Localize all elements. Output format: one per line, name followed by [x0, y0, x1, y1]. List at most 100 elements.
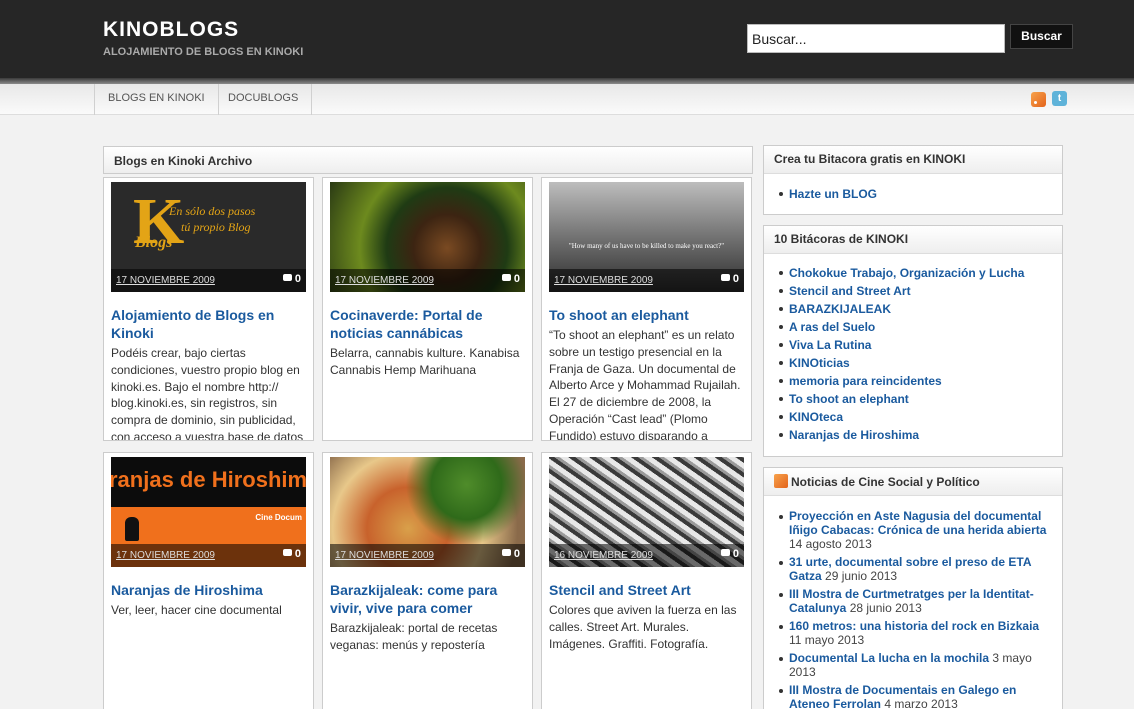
post-card: K En sólo dos pasos tú propio Blog Blogs… — [103, 177, 314, 441]
post-card: 17 NOVIEMBRE 2009 0 Cocinaverde: Portal … — [322, 177, 533, 441]
news-link[interactable]: 160 metros: una historia del rock en Biz… — [789, 619, 1039, 633]
blog-link[interactable]: Viva La Rutina — [789, 338, 871, 352]
post-thumbnail[interactable]: ranjas de Hiroshim Cine Docum 17 NOVIEMB… — [111, 457, 306, 567]
thumbnail-meta-bar: 16 NOVIEMBRE 2009 0 — [549, 544, 744, 567]
thumbnail-subtitle-text: Cine Docum — [255, 513, 302, 522]
post-card: 17 NOVIEMBRE 2009 0 Barazkijaleak: come … — [322, 452, 533, 709]
post-thumbnail[interactable]: "How many of us have to be killed to mak… — [549, 182, 744, 292]
comment-bubble-icon — [501, 549, 511, 556]
blog-link[interactable]: memoria para reincidentes — [789, 374, 942, 388]
rss-feed-icon[interactable] — [774, 474, 788, 488]
post-card: "How many of us have to be killed to mak… — [541, 177, 752, 441]
blog-link[interactable]: KINOteca — [789, 410, 843, 424]
sidebar-list-item: Chokokue Trabajo, Organización y Lucha — [778, 264, 1024, 282]
sidebar-list-item: Hazte un BLOG — [778, 185, 877, 203]
news-date: 28 junio 2013 — [849, 601, 922, 615]
comment-count[interactable]: 0 — [282, 273, 301, 285]
thumbnail-meta-bar: 17 NOVIEMBRE 2009 0 — [330, 269, 525, 292]
sidebar-heading: Crea tu Bitacora gratis en KINOKI — [764, 146, 1062, 174]
nav-item-docublogs[interactable]: DOCUBLOGS — [215, 84, 313, 115]
news-item: Documental La lucha en la mochila 3 mayo… — [778, 651, 1058, 679]
comment-count[interactable]: 0 — [282, 548, 301, 560]
post-card: ranjas de Hiroshim Cine Docum 17 NOVIEMB… — [103, 452, 314, 709]
post-date[interactable]: 17 NOVIEMBRE 2009 — [554, 275, 653, 286]
sidebar-list-item: KINOticias — [778, 354, 1024, 372]
post-excerpt: Ver, leer, hacer cine documental — [111, 603, 282, 617]
blog-link[interactable]: To shoot an elephant — [789, 392, 909, 406]
post-date[interactable]: 17 NOVIEMBRE 2009 — [116, 275, 215, 286]
sidebar-list-item: KINOteca — [778, 408, 1024, 426]
thumbnail-meta-bar: 17 NOVIEMBRE 2009 0 — [330, 544, 525, 567]
sidebar-top-blogs: 10 Bitácoras de KINOKI Chokokue Trabajo,… — [763, 225, 1063, 457]
post-thumbnail[interactable]: K En sólo dos pasos tú propio Blog Blogs… — [111, 182, 306, 292]
sidebar-list-item: Naranjas de Hiroshima — [778, 426, 1024, 444]
post-date[interactable]: 17 NOVIEMBRE 2009 — [335, 550, 434, 561]
news-item: Proyección en Aste Nagusia del documenta… — [778, 509, 1058, 551]
thumbnail-meta-bar: 17 NOVIEMBRE 2009 0 — [549, 269, 744, 292]
post-excerpt: Belarra, cannabis kulture. Kanabisa Cann… — [330, 346, 520, 377]
thumbnail-caption: Blogs — [135, 234, 173, 251]
post-title[interactable]: Cocinaverde: Portal de noticias cannábic… — [330, 306, 527, 342]
blog-link[interactable]: Naranjas de Hiroshima — [789, 428, 919, 442]
news-date: 14 agosto 2013 — [789, 537, 872, 551]
post-title[interactable]: Naranjas de Hiroshima — [111, 581, 308, 599]
post-title[interactable]: Stencil and Street Art — [549, 581, 746, 599]
news-link[interactable]: Documental La lucha en la mochila — [789, 651, 989, 665]
comment-bubble-icon — [720, 549, 730, 556]
sidebar-list-item: BARAZKIJALEAK — [778, 300, 1024, 318]
news-item: 160 metros: una historia del rock en Biz… — [778, 619, 1058, 647]
thumbnail-quote: "How many of us have to be killed to mak… — [568, 242, 725, 250]
comment-bubble-icon — [282, 549, 292, 556]
blog-link[interactable]: KINOticias — [789, 356, 850, 370]
blog-link[interactable]: A ras del Suelo — [789, 320, 875, 334]
search-button[interactable]: Buscar — [1010, 24, 1073, 49]
search-input[interactable] — [747, 24, 1005, 53]
post-thumbnail[interactable]: 16 NOVIEMBRE 2009 0 — [549, 457, 744, 567]
archive-heading-bar: Blogs en Kinoki Archivo — [103, 146, 753, 174]
thumbnail-figure — [125, 517, 139, 541]
thumbnail-meta-bar: 17 NOVIEMBRE 2009 0 — [111, 544, 306, 567]
sidebar-list-item: To shoot an elephant — [778, 390, 1024, 408]
comment-bubble-icon — [282, 274, 292, 281]
news-item: III Mostra de Curtmetratges per la Ident… — [778, 587, 1058, 615]
rss-icon[interactable] — [1031, 92, 1046, 107]
sidebar-list-item: Viva La Rutina — [778, 336, 1024, 354]
blog-link[interactable]: Chokokue Trabajo, Organización y Lucha — [789, 266, 1024, 280]
site-title[interactable]: KINOBLOGS — [103, 18, 239, 42]
comment-count[interactable]: 0 — [720, 273, 739, 285]
post-title[interactable]: To shoot an elephant — [549, 306, 746, 324]
blog-link[interactable]: BARAZKIJALEAK — [789, 302, 891, 316]
nav-item-blogs-en-kinoki[interactable]: BLOGS EN KINOKI — [94, 84, 219, 115]
comment-bubble-icon — [720, 274, 730, 281]
post-title[interactable]: Barazkijaleak: come para vivir, vive par… — [330, 581, 527, 617]
thumbnail-meta-bar: 17 NOVIEMBRE 2009 0 — [111, 269, 306, 292]
post-card: 16 NOVIEMBRE 2009 0 Stencil and Street A… — [541, 452, 752, 709]
sidebar-heading: Noticias de Cine Social y Político — [764, 468, 1062, 496]
thumbnail-title-text: ranjas de Hiroshim — [111, 467, 306, 492]
sidebar-heading: 10 Bitácoras de KINOKI — [764, 226, 1062, 254]
post-thumbnail[interactable]: 17 NOVIEMBRE 2009 0 — [330, 182, 525, 292]
news-date: 29 junio 2013 — [825, 569, 898, 583]
site-description: ALOJAMIENTO DE BLOGS EN KINOKI — [103, 46, 304, 58]
post-title[interactable]: Alojamiento de Blogs en Kinoki — [111, 306, 308, 342]
comment-count[interactable]: 0 — [501, 548, 520, 560]
site-header: KINOBLOGS ALOJAMIENTO DE BLOGS EN KINOKI… — [0, 0, 1134, 78]
thumbnail-caption: En sólo dos pasos — [169, 204, 256, 218]
post-date[interactable]: 16 NOVIEMBRE 2009 — [554, 550, 653, 561]
sidebar-list-item: Stencil and Street Art — [778, 282, 1024, 300]
hazte-un-blog-link[interactable]: Hazte un BLOG — [789, 187, 877, 201]
comment-count[interactable]: 0 — [501, 273, 520, 285]
post-date[interactable]: 17 NOVIEMBRE 2009 — [335, 275, 434, 286]
blog-link[interactable]: Stencil and Street Art — [789, 284, 911, 298]
twitter-icon[interactable]: t — [1052, 91, 1067, 106]
post-thumbnail[interactable]: 17 NOVIEMBRE 2009 0 — [330, 457, 525, 567]
post-excerpt: Podéis crear, bajo ciertas condiciones, … — [111, 346, 304, 441]
archive-heading: Blogs en Kinoki Archivo — [114, 154, 253, 168]
news-link[interactable]: Proyección en Aste Nagusia del documenta… — [789, 509, 1046, 537]
post-date[interactable]: 17 NOVIEMBRE 2009 — [116, 550, 215, 561]
post-excerpt: Colores que aviven la fuerza en las call… — [549, 603, 737, 651]
thumbnail-caption: tú propio Blog — [181, 220, 251, 234]
sidebar-list-item: A ras del Suelo — [778, 318, 1024, 336]
comment-count[interactable]: 0 — [720, 548, 739, 560]
post-excerpt: Barazkijaleak: portal de recetas veganas… — [330, 621, 498, 652]
